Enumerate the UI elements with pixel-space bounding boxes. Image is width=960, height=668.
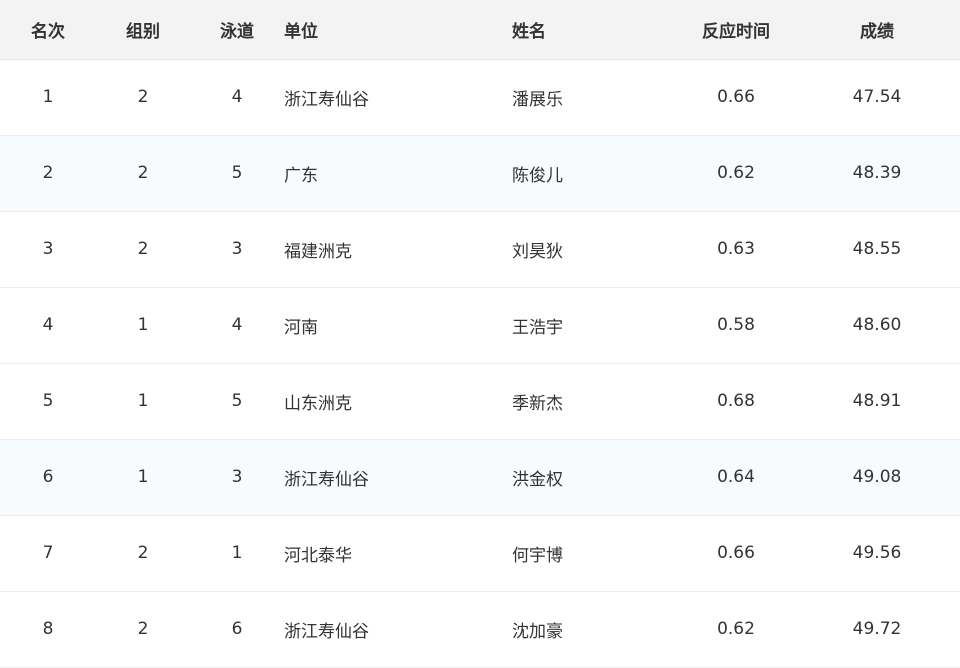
cell-reaction-time: 0.68 bbox=[678, 363, 794, 440]
cell-reaction-time: 0.58 bbox=[678, 287, 794, 364]
header-row: 名次 组别 泳道 单位 姓名 反应时间 成绩 bbox=[0, 0, 960, 60]
cell-name: 何宇博 bbox=[512, 515, 678, 592]
cell-score: 48.55 bbox=[794, 211, 960, 288]
table-row: 3 2 3 福建洲克 刘昊狄 0.63 48.55 bbox=[0, 211, 960, 288]
cell-group: 1 bbox=[96, 439, 190, 516]
cell-lane: 4 bbox=[190, 287, 284, 364]
header-rank[interactable]: 名次 bbox=[0, 0, 96, 60]
cell-score: 47.54 bbox=[794, 59, 960, 136]
cell-lane: 3 bbox=[190, 211, 284, 288]
cell-unit: 浙江寿仙谷 bbox=[284, 439, 512, 516]
cell-reaction-time: 0.62 bbox=[678, 591, 794, 668]
cell-group: 2 bbox=[96, 515, 190, 592]
cell-rank: 6 bbox=[0, 439, 96, 516]
cell-rank: 3 bbox=[0, 211, 96, 288]
cell-name: 季新杰 bbox=[512, 363, 678, 440]
cell-rank: 2 bbox=[0, 135, 96, 212]
header-group[interactable]: 组别 bbox=[96, 0, 190, 60]
cell-group: 2 bbox=[96, 135, 190, 212]
cell-group: 1 bbox=[96, 363, 190, 440]
cell-name: 陈俊儿 bbox=[512, 135, 678, 212]
cell-rank: 8 bbox=[0, 591, 96, 668]
cell-rank: 5 bbox=[0, 363, 96, 440]
cell-unit: 河北泰华 bbox=[284, 515, 512, 592]
header-reaction-time[interactable]: 反应时间 bbox=[678, 0, 794, 60]
cell-score: 48.60 bbox=[794, 287, 960, 364]
cell-score: 49.72 bbox=[794, 591, 960, 668]
cell-lane: 3 bbox=[190, 439, 284, 516]
cell-unit: 山东洲克 bbox=[284, 363, 512, 440]
cell-unit: 福建洲克 bbox=[284, 211, 512, 288]
cell-unit: 广东 bbox=[284, 135, 512, 212]
header-unit[interactable]: 单位 bbox=[284, 0, 512, 60]
cell-reaction-time: 0.66 bbox=[678, 59, 794, 136]
cell-reaction-time: 0.63 bbox=[678, 211, 794, 288]
cell-score: 49.56 bbox=[794, 515, 960, 592]
cell-lane: 6 bbox=[190, 591, 284, 668]
cell-rank: 4 bbox=[0, 287, 96, 364]
cell-name: 潘展乐 bbox=[512, 59, 678, 136]
cell-name: 王浩宇 bbox=[512, 287, 678, 364]
cell-reaction-time: 0.64 bbox=[678, 439, 794, 516]
cell-score: 49.08 bbox=[794, 439, 960, 516]
cell-score: 48.91 bbox=[794, 363, 960, 440]
cell-group: 2 bbox=[96, 591, 190, 668]
cell-rank: 7 bbox=[0, 515, 96, 592]
cell-score: 48.39 bbox=[794, 135, 960, 212]
cell-unit: 浙江寿仙谷 bbox=[284, 59, 512, 136]
cell-unit: 河南 bbox=[284, 287, 512, 364]
cell-reaction-time: 0.66 bbox=[678, 515, 794, 592]
header-name[interactable]: 姓名 bbox=[512, 0, 678, 60]
cell-lane: 1 bbox=[190, 515, 284, 592]
cell-unit: 浙江寿仙谷 bbox=[284, 591, 512, 668]
cell-name: 沈加豪 bbox=[512, 591, 678, 668]
cell-group: 1 bbox=[96, 287, 190, 364]
table-row: 2 2 5 广东 陈俊儿 0.62 48.39 bbox=[0, 135, 960, 212]
cell-lane: 5 bbox=[190, 135, 284, 212]
cell-reaction-time: 0.62 bbox=[678, 135, 794, 212]
table-row: 5 1 5 山东洲克 季新杰 0.68 48.91 bbox=[0, 363, 960, 440]
table-body: 1 2 4 浙江寿仙谷 潘展乐 0.66 47.54 2 2 5 广东 陈俊儿 … bbox=[0, 59, 960, 668]
cell-rank: 1 bbox=[0, 59, 96, 136]
cell-name: 刘昊狄 bbox=[512, 211, 678, 288]
results-table: 名次 组别 泳道 单位 姓名 反应时间 成绩 1 2 4 浙江寿仙谷 潘展乐 0… bbox=[0, 0, 960, 668]
cell-name: 洪金权 bbox=[512, 439, 678, 516]
table-row: 4 1 4 河南 王浩宇 0.58 48.60 bbox=[0, 287, 960, 364]
header-score[interactable]: 成绩 bbox=[794, 0, 960, 60]
cell-lane: 4 bbox=[190, 59, 284, 136]
cell-group: 2 bbox=[96, 211, 190, 288]
header-lane[interactable]: 泳道 bbox=[190, 0, 284, 60]
table-header: 名次 组别 泳道 单位 姓名 反应时间 成绩 bbox=[0, 0, 960, 60]
cell-lane: 5 bbox=[190, 363, 284, 440]
table-row: 8 2 6 浙江寿仙谷 沈加豪 0.62 49.72 bbox=[0, 591, 960, 668]
table-row: 6 1 3 浙江寿仙谷 洪金权 0.64 49.08 bbox=[0, 439, 960, 516]
table-row: 7 2 1 河北泰华 何宇博 0.66 49.56 bbox=[0, 515, 960, 592]
table-row: 1 2 4 浙江寿仙谷 潘展乐 0.66 47.54 bbox=[0, 59, 960, 136]
cell-group: 2 bbox=[96, 59, 190, 136]
